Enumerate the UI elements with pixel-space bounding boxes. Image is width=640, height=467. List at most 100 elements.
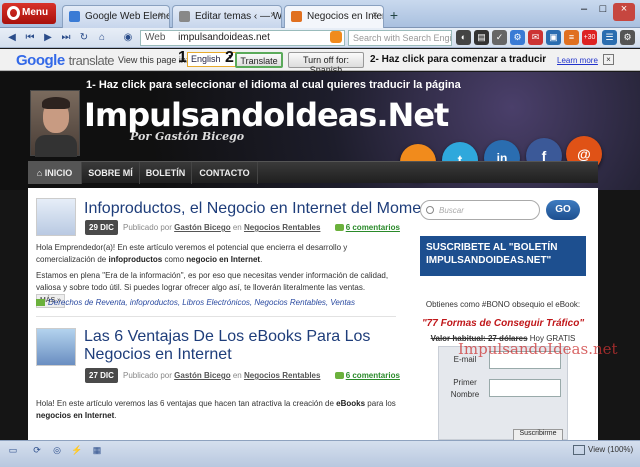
comment-bubble-icon: [334, 224, 344, 232]
subscribe-form: E-mail Primer Nombre Suscribirme: [438, 346, 568, 440]
sidebar-search: Buscar GO: [420, 200, 580, 220]
main-content: Infoproductos, el Negocio en Internet de…: [28, 188, 598, 440]
site-header: 1- Haz click para seleccionar el idioma …: [0, 72, 640, 190]
step-1-marker: 1: [178, 49, 187, 66]
post-divider: [36, 316, 396, 317]
name-field[interactable]: [489, 379, 561, 397]
subscribe-button[interactable]: Suscribirme: [513, 429, 563, 440]
post-excerpt: Hola Emprendedor(a)! En este artículo ve…: [36, 243, 348, 264]
learn-more-link[interactable]: Learn more: [557, 56, 598, 65]
images-icon[interactable]: ▦: [90, 445, 104, 457]
minimize-icon[interactable]: –: [575, 3, 593, 21]
post-thumbnail[interactable]: [36, 328, 76, 366]
search-input[interactable]: Buscar: [420, 200, 540, 220]
post-title[interactable]: Las 6 Ventajas De Los eBooks Para Los Ne…: [84, 328, 404, 364]
site-byline: Por Gastón Bicego: [130, 130, 245, 143]
close-tab-icon[interactable]: ×: [372, 10, 378, 21]
ebook-offer: "77 Formas de Conseguir Tráfico": [421, 318, 585, 329]
nav-boletin[interactable]: BOLETÍN: [140, 162, 192, 184]
comments-link[interactable]: 6 comentarios: [346, 223, 400, 232]
google-translate-bar: Google translate View this page in: 1 Eng…: [0, 49, 640, 75]
comments-link[interactable]: 6 comentarios: [346, 371, 400, 380]
subscribe-heading: SUSCRIBETE AL "BOLETÍN IMPULSANDOIDEAS.N…: [420, 236, 586, 276]
search-field[interactable]: Search with Search Engine D...: [348, 30, 452, 46]
reload-icon[interactable]: ↻: [76, 30, 92, 45]
nav-sobre-mi[interactable]: SOBRE MÍ: [82, 162, 140, 184]
watermark: ImpulsandoIdeas.net: [458, 340, 618, 358]
tag-icon: [36, 299, 45, 307]
fast-forward-icon[interactable]: ⏭: [58, 30, 74, 45]
close-tab-icon[interactable]: ×: [270, 10, 276, 21]
search-icon: [426, 206, 434, 214]
mail-icon[interactable]: ✉: [528, 30, 543, 45]
bookmarks-icon[interactable]: ▣: [546, 30, 561, 45]
post-excerpt: Hola! En este artículo veremos las 6 ven…: [36, 399, 396, 420]
panel-icon[interactable]: ▤: [474, 30, 489, 45]
opera-menu-button[interactable]: Menu: [2, 3, 56, 24]
search-go-button[interactable]: GO: [546, 200, 580, 220]
feeds-icon[interactable]: ≡: [564, 30, 579, 45]
unite-icon[interactable]: ◎: [50, 445, 64, 457]
notes-icon[interactable]: ✓: [492, 30, 507, 45]
site-favicon-icon: [291, 11, 302, 22]
close-tab-icon[interactable]: ×: [158, 10, 164, 21]
zoom-level[interactable]: View (100%): [588, 445, 633, 454]
tab-editar-temas[interactable]: Editar temas ‹ — Wor... ×: [172, 5, 282, 28]
tab-google-web-elements[interactable]: Google Web Elements ×: [62, 5, 170, 28]
author-link[interactable]: Gastón Bicego: [174, 371, 230, 380]
main-navigation: ⌂ INICIO SOBRE MÍ BOLETÍN CONTACTO: [28, 161, 598, 184]
rewind-icon[interactable]: ⏮: [22, 30, 38, 45]
google-translate-logo: Google translate: [16, 52, 115, 69]
category-link[interactable]: Negocios Rentables: [244, 371, 320, 380]
extension-icon[interactable]: ⚙: [510, 30, 525, 45]
name-label: Primer Nombre: [450, 378, 480, 399]
author-photo: [30, 90, 80, 157]
settings-icon[interactable]: ⚙: [620, 30, 635, 45]
speed-dial-icon[interactable]: ◐: [456, 30, 471, 45]
close-translate-bar-icon[interactable]: ×: [603, 54, 614, 65]
tools-icon[interactable]: ☰: [602, 30, 617, 45]
author-link[interactable]: Gastón Bicego: [174, 223, 230, 232]
google-favicon-icon: [69, 11, 80, 22]
post-meta: Publicado por Gastón Bicego en Negocios …: [123, 223, 400, 232]
navigation-toolbar: ◀ ⏮ ▶ ⏭ ↻ ⌂ ◉ Web impulsandoideas.net Se…: [0, 28, 640, 48]
panel-toggle-icon[interactable]: ▭: [6, 445, 20, 457]
back-icon[interactable]: ◀: [4, 30, 20, 45]
sync-icon[interactable]: ⟳: [30, 445, 44, 457]
opera-logo-icon: [7, 6, 20, 20]
rss-feed-icon[interactable]: [330, 31, 342, 43]
notifications-icon[interactable]: +30: [582, 30, 597, 45]
post-thumbnail[interactable]: [36, 198, 76, 236]
turbo-icon[interactable]: ⚡: [70, 445, 84, 457]
site-title[interactable]: ImpulsandoIdeas.Net: [84, 96, 449, 134]
zoom-icon: [573, 445, 585, 455]
post-meta: Publicado por Gastón Bicego en Negocios …: [123, 371, 400, 380]
tab-negocios-en-internet[interactable]: Negocios en Internet, ... ×: [284, 5, 384, 28]
close-window-icon[interactable]: ×: [613, 3, 635, 21]
status-bar: ▭ ⟳ ◎ ⚡ ▦ View (100%): [0, 440, 640, 467]
instruction-1: 1- Haz click para seleccionar el idioma …: [86, 79, 461, 91]
step-2-marker: 2: [225, 49, 234, 66]
site-info-icon[interactable]: ◉: [120, 30, 136, 45]
post-tags: Derechos de Reventa, infoproductos, Libr…: [36, 298, 355, 307]
bonus-text: Obtienes como #BONO obsequio el eBook:: [425, 300, 581, 309]
turn-off-button[interactable]: Turn off for: Spanish: [288, 52, 364, 75]
maximize-icon[interactable]: □: [594, 3, 612, 21]
nav-inicio[interactable]: ⌂ INICIO: [28, 162, 82, 184]
forward-icon[interactable]: ▶: [40, 30, 56, 45]
web-page: 1- Haz click para seleccionar el idioma …: [0, 72, 640, 440]
home-icon: ⌂: [36, 168, 45, 178]
wordpress-favicon-icon: [179, 11, 190, 22]
post-date: 27 DIC: [85, 368, 118, 383]
new-tab-button[interactable]: +: [385, 8, 403, 24]
tab-bar: Menu Google Web Elements × Editar temas …: [0, 0, 640, 28]
address-bar[interactable]: Web impulsandoideas.net: [140, 30, 345, 46]
instruction-2: 2- Haz click para comenzar a traducir: [370, 54, 547, 65]
translate-button[interactable]: Translate: [235, 52, 283, 68]
home-icon[interactable]: ⌂: [94, 30, 110, 45]
post-title[interactable]: Infoproductos, el Negocio en Internet de…: [84, 200, 443, 218]
category-link[interactable]: Negocios Rentables: [244, 223, 320, 232]
comment-bubble-icon: [334, 372, 344, 380]
post-date: 29 DIC: [85, 220, 118, 235]
nav-contacto[interactable]: CONTACTO: [192, 162, 258, 184]
